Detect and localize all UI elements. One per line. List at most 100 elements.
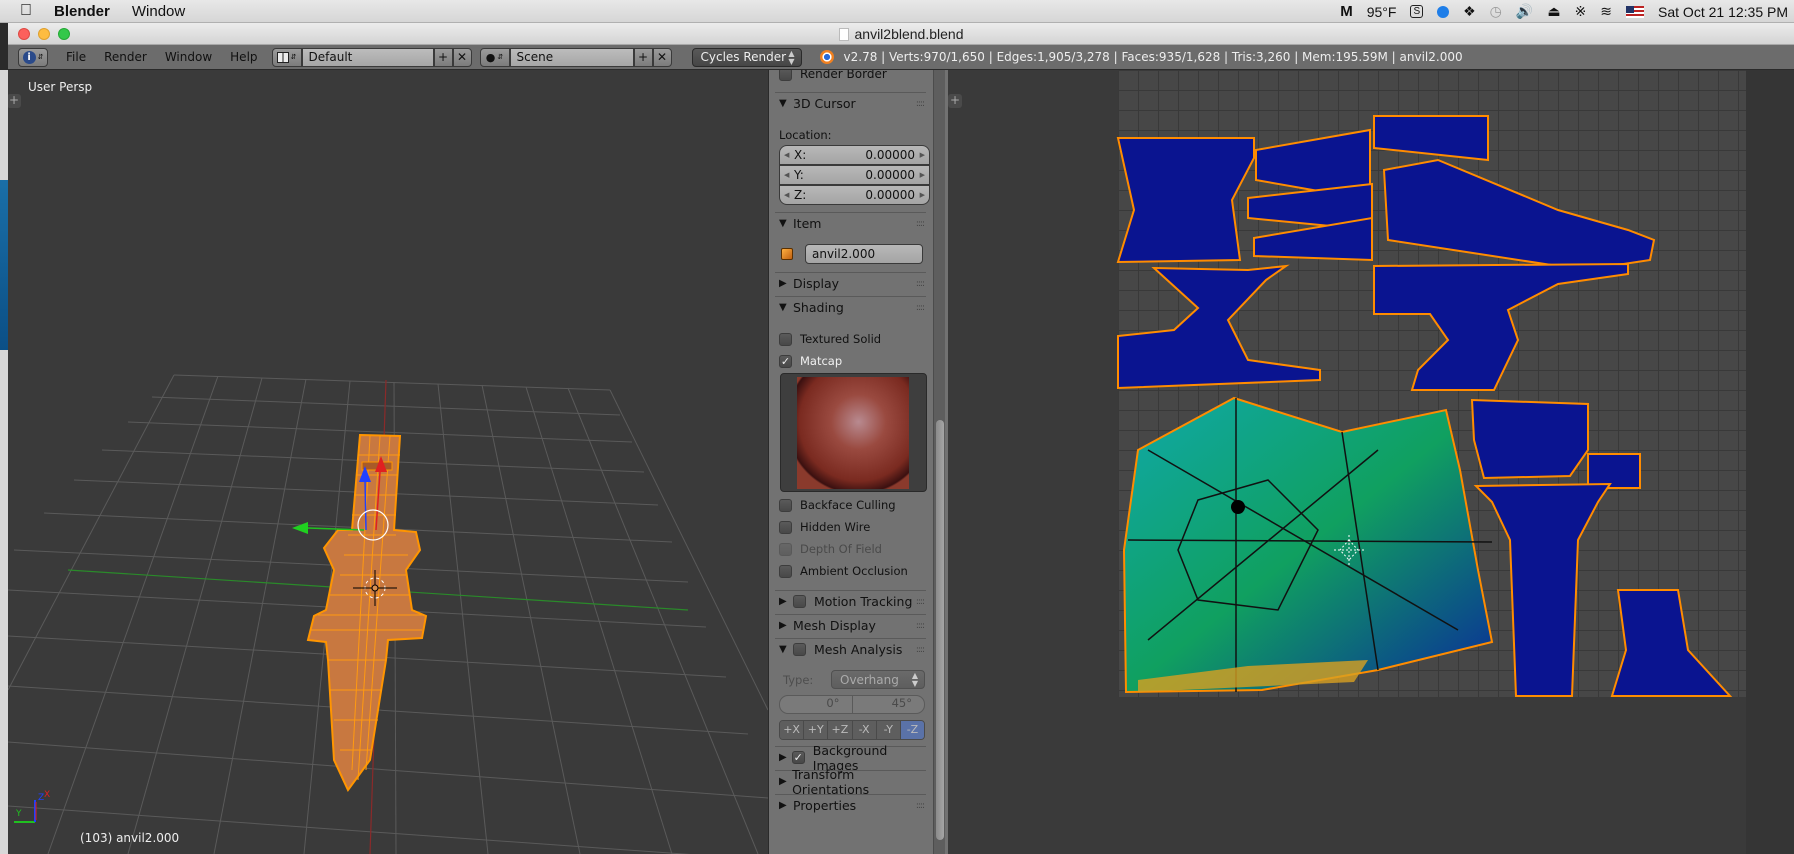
uv-island-stretch-large[interactable] xyxy=(1122,396,1494,694)
uv-island[interactable] xyxy=(1373,115,1489,162)
wifi-icon[interactable]: ≋ xyxy=(1600,3,1612,20)
cursor-x-field[interactable]: ◀ X: 0.00000 ▶ xyxy=(779,145,930,165)
menu-render[interactable]: Render xyxy=(104,50,147,64)
background-images-checkbox[interactable]: ✓ xyxy=(791,751,805,764)
render-engine-select[interactable]: Cycles Render ▲ ▼ xyxy=(691,47,802,67)
x-icon: ✕ xyxy=(656,50,668,64)
uv-islands[interactable] xyxy=(948,70,1794,854)
uv-image-editor[interactable]: + xyxy=(948,70,1794,854)
shazam-icon[interactable] xyxy=(1437,5,1450,18)
section-background-images[interactable]: ▶ ✓ Background Images xyxy=(775,743,926,773)
anvil-mesh[interactable] xyxy=(306,433,428,792)
section-mesh-display[interactable]: ▶ Mesh Display:::: xyxy=(775,614,926,636)
textured-solid-checkbox[interactable]: Textured Solid xyxy=(779,332,930,346)
delete-scene-button[interactable]: ✕ xyxy=(652,47,672,67)
object-name-field[interactable]: anvil2.000 xyxy=(805,244,923,264)
window-titlebar: anvil2blend.blend xyxy=(8,23,1794,45)
drag-grip-icon[interactable]: :::: xyxy=(916,801,925,811)
drag-grip-icon[interactable]: :::: xyxy=(916,597,925,607)
scene-icon: ● xyxy=(485,50,496,64)
section-properties[interactable]: ▶ Properties:::: xyxy=(775,794,926,816)
motion-tracking-checkbox[interactable] xyxy=(793,595,806,608)
dropbox-icon[interactable]: ❖ xyxy=(1463,3,1476,20)
uv-island[interactable] xyxy=(1382,158,1656,272)
drag-grip-icon[interactable]: :::: xyxy=(916,303,925,313)
bluetooth-icon[interactable]: ※ xyxy=(1575,3,1587,20)
expanded-triangle-icon: ▼ xyxy=(779,302,787,313)
macos-menubar:  Blender Window M 95°F S ❖ ◷ 🔊 ⏏ ※ ≋ Sa… xyxy=(0,0,1794,23)
section-transform-orientations[interactable]: ▶ Transform Orientations xyxy=(775,767,926,797)
axis-button-minus-x: -X xyxy=(852,721,877,739)
volume-icon[interactable]: 🔊 xyxy=(1516,3,1533,20)
app-menu-blender[interactable]: Blender xyxy=(54,3,110,20)
temperature[interactable]: 95°F xyxy=(1367,4,1397,20)
drag-grip-icon[interactable]: :::: xyxy=(916,645,925,655)
menu-window[interactable]: Window xyxy=(165,50,212,64)
uv-island[interactable] xyxy=(1116,137,1255,264)
backface-culling-checkbox[interactable]: Backface Culling xyxy=(779,498,930,512)
us-flag-icon[interactable] xyxy=(1626,5,1645,18)
section-item[interactable]: ▼ Item:::: xyxy=(775,212,926,234)
malwarebytes-icon[interactable]: M xyxy=(1340,3,1353,20)
section-motion-tracking[interactable]: ▶ Motion Tracking:::: xyxy=(775,590,926,612)
axis-buttons: +X +Y +Z -X -Y -Z xyxy=(779,720,925,740)
scene-icon-button[interactable]: ● ⇵ xyxy=(479,47,510,67)
axis-widget: Y Z X xyxy=(14,790,50,823)
uv-island[interactable] xyxy=(1373,262,1629,391)
matcap-checkbox[interactable]: ✓ Matcap xyxy=(779,354,930,368)
section-display[interactable]: ▶ Display:::: xyxy=(775,272,926,294)
overhang-max-field: 45° xyxy=(891,696,912,710)
collapsed-triangle-icon: ▶ xyxy=(779,620,787,631)
background-window-edge xyxy=(0,70,8,854)
add-scene-button[interactable]: + xyxy=(633,47,653,67)
scene-field[interactable]: Scene xyxy=(509,47,634,67)
apple-menu-icon[interactable]:  xyxy=(20,2,36,20)
section-shading[interactable]: ▼ Shading:::: xyxy=(775,296,926,318)
info-icon: i xyxy=(22,50,36,64)
uv-island[interactable] xyxy=(1473,482,1612,697)
ambient-occlusion-checkbox[interactable]: Ambient Occlusion xyxy=(779,564,930,578)
mesh-analysis-checkbox[interactable] xyxy=(793,643,806,656)
menu-file[interactable]: File xyxy=(66,50,86,64)
menu-window[interactable]: Window xyxy=(132,3,185,20)
uv-island[interactable] xyxy=(1610,589,1733,697)
drag-grip-icon[interactable]: :::: xyxy=(916,279,925,289)
add-screen-button[interactable]: + xyxy=(433,47,453,67)
cursor-y-field[interactable]: ◀ Y: 0.00000 ▶ xyxy=(779,165,930,185)
window-title: anvil2blend.blend xyxy=(8,26,1794,42)
section-mesh-analysis[interactable]: ▼ Mesh Analysis:::: xyxy=(775,638,926,660)
delete-screen-button[interactable]: ✕ xyxy=(452,47,472,67)
eject-icon[interactable]: ⏏ xyxy=(1547,3,1560,20)
datetime[interactable]: Sat Oct 21 12:35 PM xyxy=(1658,4,1788,20)
render-border-checkbox[interactable]: Render Border xyxy=(779,70,930,81)
panel-scrollbar[interactable] xyxy=(933,70,945,854)
uv-island[interactable] xyxy=(1117,264,1321,390)
screen-layout-icon-button[interactable]: ⇵ xyxy=(271,47,302,67)
axis-button-plus-z: +Z xyxy=(828,721,853,739)
scrollbar-thumb[interactable] xyxy=(936,420,944,840)
time-machine-icon[interactable]: ◷ xyxy=(1490,3,1502,20)
drag-grip-icon[interactable]: :::: xyxy=(916,219,925,229)
screen-layout-field[interactable]: Default xyxy=(301,47,434,67)
collapsed-triangle-icon: ▶ xyxy=(779,596,787,607)
status-area: M 95°F S ❖ ◷ 🔊 ⏏ ※ ≋ Sat Oct 21 12:35 PM xyxy=(1340,0,1794,23)
drag-grip-icon[interactable]: :::: xyxy=(916,99,925,109)
blender-logo-icon xyxy=(819,50,834,64)
editor-type-button[interactable]: i ⇵ xyxy=(18,47,48,67)
uv-island[interactable] xyxy=(1470,398,1589,480)
location-label: Location: xyxy=(779,128,832,142)
matcap-preview[interactable] xyxy=(780,373,927,492)
collapsed-triangle-icon: ▶ xyxy=(779,800,787,811)
drag-grip-icon[interactable]: :::: xyxy=(916,621,925,631)
sophos-icon[interactable]: S xyxy=(1410,5,1424,18)
menu-help[interactable]: Help xyxy=(230,50,257,64)
axis-button-plus-y: +Y xyxy=(804,721,829,739)
cursor-z-field[interactable]: ◀ Z: 0.00000 ▶ xyxy=(779,185,930,205)
3d-viewport[interactable]: User Persp + Y Z X (103) anvil2.000 xyxy=(8,70,768,854)
hidden-wire-checkbox[interactable]: Hidden Wire xyxy=(779,520,930,534)
overhang-min-field: 0° xyxy=(780,696,853,713)
uv-island[interactable] xyxy=(1587,453,1641,489)
y-arrow-icon[interactable] xyxy=(292,522,308,534)
object-label: (103) anvil2.000 xyxy=(80,831,180,845)
section-3d-cursor[interactable]: ▼ 3D Cursor:::: xyxy=(775,92,926,114)
